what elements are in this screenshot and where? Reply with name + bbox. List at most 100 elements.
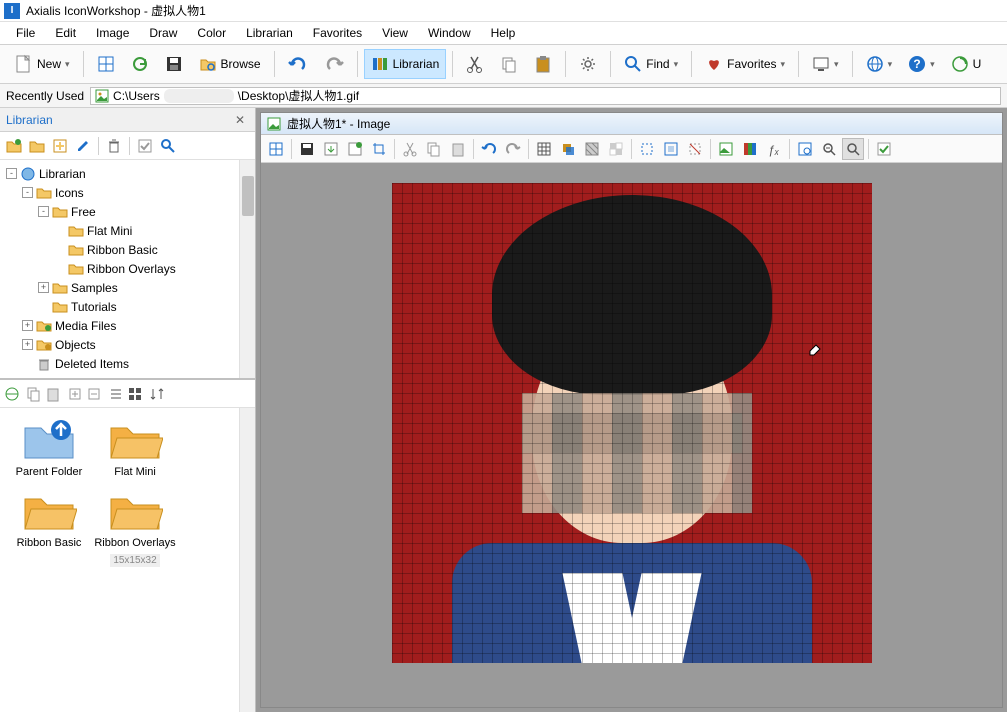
doc-export-button[interactable] [320,138,342,160]
delete-button[interactable] [104,136,124,156]
zoom-image-button[interactable] [794,138,816,160]
monitor-button[interactable]: ▾ [805,49,846,79]
web-button[interactable]: ▾ [859,49,900,79]
tree-item[interactable]: -Librarian [2,164,253,183]
tree-scrollbar[interactable] [239,160,255,378]
sort-button[interactable] [149,386,165,402]
doc-copy-button[interactable] [423,138,445,160]
librarian-panel: Librarian ✕ -Librarian-Icons-FreeFlat Mi… [0,108,256,712]
zoom-fit-button[interactable] [818,138,840,160]
doc-crop-button[interactable] [368,138,390,160]
doc-new-button[interactable] [265,138,287,160]
tree-item[interactable]: -Icons [2,183,253,202]
zoom-actual-button[interactable] [842,138,864,160]
recently-used-path[interactable]: C:\Users xxxxx \Desktop\虚拟人物1.gif [90,87,1001,105]
thumbnail-item[interactable]: Flat Mini [94,416,176,479]
icon-project-button[interactable] [90,49,122,79]
select-all-button[interactable] [660,138,682,160]
window-title: Axialis IconWorkshop - 虚拟人物1 [26,2,206,19]
menu-image[interactable]: Image [88,24,137,42]
layers-button[interactable] [557,138,579,160]
tree-item[interactable]: +Media Files [2,316,253,335]
redo-button[interactable] [317,49,351,79]
heart-icon [705,55,723,73]
pattern-button[interactable] [581,138,603,160]
globe-icon [866,55,884,73]
thumbs-scrollbar[interactable] [239,408,255,712]
grid-toggle-button[interactable] [533,138,555,160]
tree-item[interactable]: Ribbon Basic [2,240,253,259]
tree-item[interactable]: Tutorials [2,297,253,316]
list-view-button[interactable] [108,386,124,402]
document-titlebar[interactable]: 虚拟人物1* - Image [261,113,1002,135]
check-button[interactable] [135,136,155,156]
doc-undo-button[interactable] [478,138,500,160]
menu-file[interactable]: File [8,24,43,42]
svg-text:ƒₓ: ƒₓ [768,143,780,157]
favorites-button[interactable]: Favorites▾ [698,49,792,79]
export-button[interactable] [67,386,83,402]
web-sync-button[interactable] [4,386,20,402]
new-button[interactable]: New▾ [6,49,77,79]
menu-favorites[interactable]: Favorites [305,24,370,42]
open-folder-button[interactable] [27,136,47,156]
menu-edit[interactable]: Edit [47,24,84,42]
settings-button[interactable] [572,49,604,79]
checker-button[interactable] [605,138,627,160]
tree-item[interactable]: +Objects [2,335,253,354]
doc-save-button[interactable] [296,138,318,160]
librarian-header: Librarian ✕ [0,108,255,132]
cut-button[interactable] [459,49,491,79]
search-button[interactable] [158,136,178,156]
tree-item[interactable]: Deleted Items [2,354,253,373]
paste2-button[interactable] [45,386,61,402]
fx-button[interactable]: ƒₓ [763,138,785,160]
copy-button[interactable] [493,49,525,79]
copy2-button[interactable] [26,386,42,402]
menu-window[interactable]: Window [420,24,479,42]
thumbnail-item[interactable]: Ribbon Basic [8,487,90,567]
doc-cut-button[interactable] [399,138,421,160]
tree-item[interactable]: -Free [2,202,253,221]
librarian-tree[interactable]: -Librarian-Icons-FreeFlat MiniRibbon Bas… [0,160,255,380]
help-button[interactable]: ?▾ [901,49,942,79]
menu-view[interactable]: View [374,24,416,42]
browse-button[interactable]: Browse [192,49,268,79]
menu-help[interactable]: Help [483,24,524,42]
doc-redo-button[interactable] [502,138,524,160]
deselect-button[interactable] [684,138,706,160]
doc-paste-button[interactable] [447,138,469,160]
menu-draw[interactable]: Draw [141,24,185,42]
thumbnail-item[interactable]: Parent Folder [8,416,90,479]
folder-search-icon [199,55,217,73]
confirm-button[interactable] [873,138,895,160]
image-canvas[interactable] [392,183,872,663]
librarian-thumbnails[interactable]: Parent FolderFlat MiniRibbon BasicRibbon… [0,408,255,712]
update-button[interactable]: U [944,49,989,79]
import-button[interactable] [86,386,102,402]
edit-button[interactable] [73,136,93,156]
image-file-icon [95,89,109,103]
color-adjust-button[interactable] [739,138,761,160]
tree-item[interactable]: Flat Mini [2,221,253,240]
tree-item[interactable]: +Samples [2,278,253,297]
close-icon[interactable]: ✕ [231,113,249,127]
select-rect-button[interactable] [636,138,658,160]
refresh-button[interactable] [124,49,156,79]
menu-color[interactable]: Color [189,24,234,42]
new-folder-button[interactable] [4,136,24,156]
menu-librarian[interactable]: Librarian [238,24,301,42]
find-button[interactable]: Find▾ [617,49,685,79]
new-item-button[interactable] [50,136,70,156]
icon-view-button[interactable] [127,386,143,402]
doc-add-button[interactable] [344,138,366,160]
save-button[interactable] [158,49,190,79]
canvas-area[interactable] [261,163,1002,707]
thumbnail-item[interactable]: Ribbon Overlays15x15x32 [94,487,176,567]
librarian-button[interactable]: Librarian [364,49,447,79]
tree-item[interactable]: Ribbon Overlays [2,259,253,278]
paste-icon [534,55,552,73]
paste-button[interactable] [527,49,559,79]
undo-button[interactable] [281,49,315,79]
image-insert-button[interactable] [715,138,737,160]
